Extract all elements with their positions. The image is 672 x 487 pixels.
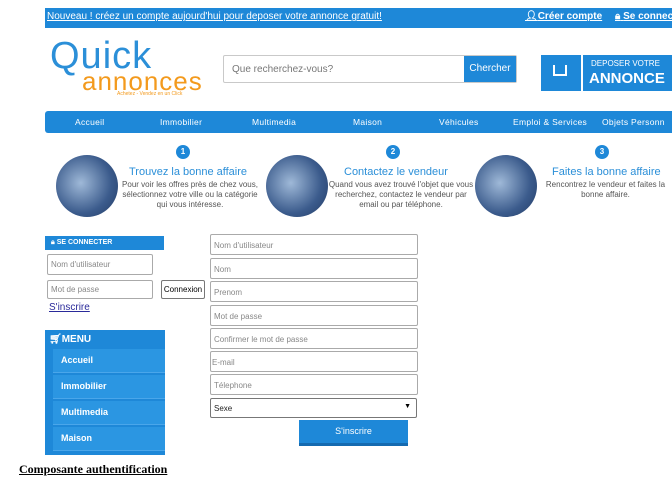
step-title: Trouvez la bonne affaire [129,166,248,178]
field-placeholder: Nom [214,265,231,274]
field-placeholder: Prenom [214,288,243,297]
login-password-field[interactable]: Mot de passe [47,280,153,299]
top-bar: Nouveau ! créez un compte aujourd'hui po… [45,8,672,28]
logo-tagline: Achetez - Vendez en un Click [117,91,183,97]
lock-icon: 🔒︎ [51,239,55,246]
cart-icon [553,65,567,76]
menu-header-text: MENU [61,334,92,345]
menu-item-label: Maison [61,433,93,443]
login-username-placeholder: Nom d'utilisateur [51,260,111,269]
lock-icon: 🔒︎ [615,11,621,22]
menu-header: 🛒︎MENU [49,334,91,345]
field-placeholder: E-mail [212,358,235,367]
login-password-placeholder: Mot de passe [51,285,100,294]
search-button[interactable]: Chercher [464,56,516,82]
step-image [266,155,328,217]
step-title: Contactez le vendeur [344,166,448,178]
nav-immobilier[interactable]: Immobilier [160,117,202,127]
field-placeholder: Télephone [214,381,252,390]
register-password-field[interactable]: Mot de passe [210,305,418,326]
step-number: 3 [595,145,609,159]
nav-multimedia[interactable]: Multimedia [252,117,296,127]
menu-item-label: Accueil [61,355,94,365]
register-sexe-select[interactable]: Sexe ▼ [210,398,417,418]
nav-emploi-services[interactable]: Emploi & Services [513,117,587,127]
step-image [475,155,537,217]
login-button[interactable]: Connexion [161,280,205,299]
main-nav: Accueil Immobilier Multimedia Maison Véh… [45,111,672,133]
menu-item-label: Immobilier [61,381,107,391]
step-desc: Rencontrez le vendeur et faites la bonne… [545,180,666,199]
create-account-label: Créer compte [537,11,603,22]
register-prenom-field[interactable]: Prenom [210,281,418,302]
register-confirm-password-field[interactable]: Confirmer le mot de passe [210,328,418,349]
create-account-link[interactable]: 👤︎Créer compte [525,11,602,22]
login-header: 🔒︎ SE CONNECTER [45,236,164,250]
promo-link[interactable]: Nouveau ! créez un compte aujourd'hui po… [47,11,382,22]
deposit-line2: ANNONCE [589,70,665,87]
register-phone-field[interactable]: Télephone [210,374,418,395]
login-label: Se connec [623,11,672,22]
deposit-ad-button[interactable]: DEPOSER VOTRE ANNONCE [583,55,672,91]
nav-vehicules[interactable]: Véhicules [439,117,479,127]
login-header-label: 🔒︎ SE CONNECTER [51,239,112,247]
step-desc: Quand vous avez trouvé l'objet que vous … [328,180,474,209]
menu-item-immobilier[interactable]: Immobilier [53,375,165,399]
cart-button[interactable] [541,55,581,91]
search-input[interactable]: Que recherchez-vous? [232,64,333,75]
step-number: 1 [176,145,190,159]
step-number: 2 [386,145,400,159]
menu-item-maison[interactable]: Maison [53,427,165,451]
register-email-field[interactable]: E-mail [210,351,418,372]
login-link[interactable]: 🔒︎ Se connec [615,11,672,22]
register-submit-button[interactable]: S'inscrire [299,420,408,446]
menu-item-label: Multimedia [61,407,109,417]
chevron-down-icon: ▼ [404,403,411,410]
login-username-field[interactable]: Nom d'utilisateur [47,254,153,275]
login-header-text: SE CONNECTER [56,239,113,246]
register-username-field[interactable]: Nom d'utilisateur [210,234,418,255]
nav-maison[interactable]: Maison [353,117,382,127]
nav-accueil[interactable]: Accueil [75,117,105,127]
menu-item-multimedia[interactable]: Multimedia [53,401,165,425]
figure-caption: Composante authentification [19,462,168,476]
step-title: Faites la bonne affaire [552,166,661,178]
field-placeholder: Mot de passe [214,312,263,321]
field-placeholder: Confirmer le mot de passe [214,335,308,344]
field-placeholder: Nom d'utilisateur [214,241,274,250]
nav-objets-personnels[interactable]: Objets Personn [602,117,665,127]
deposit-line1: DEPOSER VOTRE [591,59,660,68]
register-nom-field[interactable]: Nom [210,258,418,279]
side-menu: 🛒︎MENU Accueil Immobilier Multimedia Mai… [45,330,165,455]
select-value: Sexe [214,404,233,413]
cart-icon: 🛒︎ [49,334,62,345]
step-image [56,155,118,217]
search-bar: Que recherchez-vous? Chercher [223,55,517,83]
register-link[interactable]: S'inscrire [49,302,90,313]
menu-item-accueil[interactable]: Accueil [53,349,165,373]
step-desc: Pour voir les offres près de chez vous, … [122,180,258,209]
